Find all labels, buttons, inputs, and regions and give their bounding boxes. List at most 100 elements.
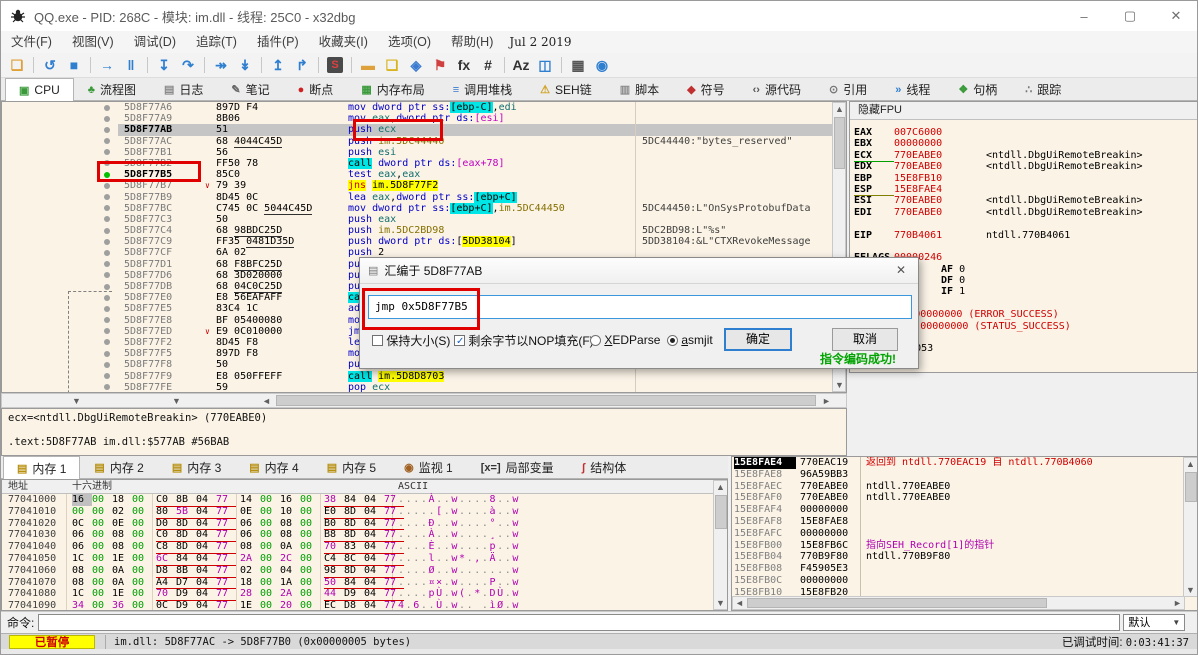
close-button[interactable]: ✕	[1153, 1, 1197, 31]
step-over-icon[interactable]: ↷	[177, 55, 199, 76]
tab-dump2[interactable]: ▤ 内存 2	[80, 456, 157, 478]
tab-graph[interactable]: ♣ 流程图	[74, 78, 150, 100]
hex-byte[interactable]: 06	[72, 529, 92, 541]
stack-row[interactable]: 15E8FB0C 00000000	[732, 575, 1197, 587]
hex-byte[interactable]: 8D	[176, 518, 196, 530]
breakpoint-gutter[interactable]	[98, 292, 118, 303]
hex-byte[interactable]: 04	[196, 565, 216, 577]
tab-breakpoints[interactable]: ● 断点	[284, 78, 348, 100]
hex-byte[interactable]: 00	[132, 518, 152, 530]
register-value[interactable]: 00000000	[894, 138, 942, 149]
instruction-dot[interactable]	[104, 104, 110, 111]
breakpoint-gutter[interactable]	[98, 214, 118, 225]
memory-row[interactable]: 77041030 06 00 08 00 C0 8D 04 77 06 00 08 00 B8 8D 04 77…	[2, 529, 727, 543]
hex-byte[interactable]: 10	[280, 506, 300, 518]
cancel-button[interactable]: 取消	[832, 328, 898, 351]
command-profile-select[interactable]: 默认 ▼	[1123, 614, 1186, 631]
hex-byte[interactable]: 8B	[176, 565, 196, 577]
hex-byte[interactable]: 00	[260, 541, 280, 553]
breakpoint-gutter[interactable]	[98, 359, 118, 370]
hex-byte[interactable]: 1A	[280, 577, 300, 589]
step-out-icon[interactable]: ↥	[267, 55, 289, 76]
run-icon[interactable]: →	[96, 55, 118, 76]
tab-struct[interactable]: ʃ 结构体	[568, 456, 641, 478]
hex-byte[interactable]: 2A	[280, 588, 300, 600]
menu-item[interactable]: 视图(V)	[62, 31, 124, 53]
hex-byte[interactable]: 8C	[344, 553, 364, 565]
hex-byte[interactable]: 00	[72, 506, 92, 518]
breakpoint-gutter[interactable]	[98, 382, 118, 392]
hex-byte[interactable]: 0A	[112, 565, 132, 577]
disasm-row[interactable]: 5D8F77B9 8D45 0C lea eax,dword ptr ss:[ebp…	[2, 191, 846, 203]
hex-byte[interactable]: 00	[132, 600, 152, 610]
hex-byte[interactable]: 00	[260, 494, 280, 506]
register-value[interactable]: 15E8FB10	[894, 173, 942, 184]
disasm-row-main[interactable]: 5D8F77A6 897D F4 mov dword ptr ss:[ebp-C],…	[118, 102, 846, 114]
hex-byte[interactable]: 04	[196, 553, 216, 565]
hex-byte[interactable]: 08	[240, 541, 260, 553]
instruction-dot[interactable]	[104, 361, 110, 368]
breakpoint-gutter[interactable]	[98, 158, 118, 169]
internet-icon[interactable]: ◉	[591, 55, 613, 76]
register-row[interactable]: EBP 15E8FB10	[850, 173, 1197, 184]
hash-icon[interactable]: #	[477, 55, 499, 76]
hex-byte[interactable]: 8B	[176, 494, 196, 506]
tab-memmap[interactable]: ▦ 内存布局	[347, 78, 438, 100]
instruction-dot[interactable]	[104, 373, 110, 379]
hex-byte[interactable]: 80	[156, 506, 176, 518]
hex-byte[interactable]: D9	[344, 588, 364, 600]
ok-button[interactable]: 确定	[724, 328, 792, 351]
tab-watch[interactable]: ◉ 监视 1	[390, 456, 467, 478]
menu-item[interactable]: 帮助(H)	[441, 31, 503, 53]
breakpoint-gutter[interactable]	[98, 147, 118, 158]
hex-byte[interactable]: 08	[112, 529, 132, 541]
hex-byte[interactable]: 04	[364, 565, 384, 577]
hex-byte[interactable]: 00	[92, 518, 112, 530]
register-row[interactable]: ESI 770EABE0 <ntdll.DbgUiRemoteBreakin>	[850, 195, 1197, 206]
tab-log[interactable]: ▤ 日志	[150, 78, 217, 100]
hex-byte[interactable]: 84	[344, 577, 364, 589]
asmjit-radio[interactable]: asmjit	[667, 330, 713, 350]
hex-byte[interactable]: 77	[216, 588, 236, 600]
instruction-dot[interactable]	[104, 350, 110, 357]
hex-byte[interactable]: D9	[176, 600, 196, 610]
breakpoint-gutter[interactable]	[98, 303, 118, 314]
tab-dump3[interactable]: ▤ 内存 3	[158, 456, 235, 478]
tab-symbols[interactable]: ◆ 符号	[673, 78, 738, 100]
instruction-dot[interactable]	[104, 138, 110, 145]
register-row[interactable]	[850, 218, 1197, 229]
instruction-dot[interactable]	[104, 294, 110, 301]
hex-byte[interactable]: 00	[92, 588, 112, 600]
hex-byte[interactable]: 16	[280, 494, 300, 506]
tab-callstack[interactable]: ≡ 调用堆栈	[439, 78, 526, 100]
hex-byte[interactable]: EC	[324, 600, 344, 610]
hex-byte[interactable]: 0A	[280, 541, 300, 553]
hex-byte[interactable]: 00	[132, 588, 152, 600]
register-value[interactable]: 770EABE0	[894, 161, 986, 172]
disasm-row[interactable]: 5D8F77AC 68 4044C45D push im.5DC44440 5DC44…	[2, 135, 846, 148]
hex-byte[interactable]: 00	[132, 541, 152, 553]
pause-icon[interactable]: ‖	[120, 55, 142, 76]
hex-byte[interactable]: 00	[300, 577, 320, 589]
register-value[interactable]: 00000000 (STATUS_SUCCESS)	[920, 321, 1071, 332]
instruction-dot[interactable]	[104, 249, 110, 256]
hex-byte[interactable]: 00	[260, 565, 280, 577]
register-row[interactable]: ESP 15E8FAE4	[850, 184, 1197, 197]
disasm-row-main[interactable]: 5D8F77FE 59 pop ecx	[118, 381, 846, 392]
breakpoint-gutter[interactable]	[98, 270, 118, 281]
disasm-hscrollbar[interactable]: ▼ ▼ ◄ ►	[1, 393, 847, 408]
breakpoint-gutter[interactable]	[98, 180, 118, 191]
breakpoint-gutter[interactable]	[98, 247, 118, 258]
breakpoint-dot[interactable]	[104, 171, 110, 178]
instruction-dot[interactable]	[104, 261, 110, 268]
disasm-row[interactable]: 5D8F77B1 56 push esi	[2, 146, 846, 158]
calculator-icon[interactable]: ▦	[567, 55, 589, 76]
hex-byte[interactable]: 28	[240, 588, 260, 600]
tab-trace[interactable]: ∴ 跟踪	[1011, 78, 1075, 100]
hex-byte[interactable]: 04	[196, 577, 216, 589]
highlight-icon[interactable]: ◫	[534, 55, 556, 76]
hex-byte[interactable]: 8D	[176, 541, 196, 553]
breakpoint-gutter[interactable]	[98, 259, 118, 270]
disasm-row[interactable]: 5D8F77FE 59 pop ecx	[2, 381, 846, 392]
hex-byte[interactable]: 00	[300, 588, 320, 600]
